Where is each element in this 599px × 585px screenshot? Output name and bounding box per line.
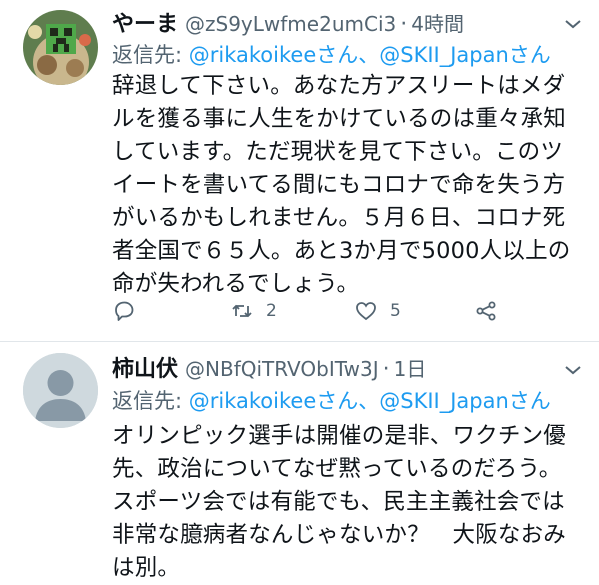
reply-prefix: 返信先: [112, 389, 189, 413]
mention-link[interactable]: @rikakoikeeさん [189, 389, 358, 413]
more-options-button[interactable] [561, 358, 585, 382]
mention-separator: 、 [358, 389, 380, 413]
retweet-icon [232, 304, 252, 318]
timestamp[interactable]: 4時間 [411, 12, 464, 36]
mention-link[interactable]: @SKII_Japanさん [379, 389, 551, 413]
share-button[interactable] [474, 295, 510, 327]
tweet[interactable]: やーま @zS9yLwfme2umCi3 · 4時間 返信先: @rikakoike… [0, 0, 599, 341]
display-name[interactable]: 柿山伏 [112, 357, 178, 382]
display-name[interactable]: やーま [112, 12, 178, 37]
tweet[interactable]: 柿山伏 @NBfQiTRVObITw3J · 1日 返信先: @rikakoikee… [0, 342, 599, 583]
user-handle[interactable]: @NBfQiTRVObITw3J [185, 357, 379, 381]
chevron-down-icon [565, 366, 581, 375]
separator-dot: · [400, 12, 408, 37]
like-button[interactable]: 5 [354, 295, 401, 327]
tweet-text: 辞退して下さい。あなた方アスリートはメダルを獲る事に人生をかけているのは重々承知… [112, 73, 571, 297]
mention-separator: 、 [358, 43, 380, 67]
timestamp[interactable]: 1日 [394, 357, 427, 381]
replying-to: 返信先: @rikakoikeeさん、@SKII_Japanさん [112, 40, 551, 70]
avatar-image [23, 10, 98, 85]
heart-icon [356, 302, 376, 321]
reply-icon [115, 301, 134, 321]
avatar[interactable] [23, 353, 98, 428]
reply-button[interactable] [112, 295, 148, 327]
separator-dot: · [382, 357, 390, 382]
mention-link[interactable]: @rikakoikeeさん [189, 43, 358, 67]
reply-prefix: 返信先: [112, 43, 189, 67]
tweet-header: やーま @zS9yLwfme2umCi3 · 4時間 [112, 6, 464, 42]
more-options-button[interactable] [561, 12, 585, 36]
default-avatar-icon [23, 353, 98, 428]
user-handle[interactable]: @zS9yLwfme2umCi3 [185, 12, 396, 36]
tweet-header: 柿山伏 @NBfQiTRVObITw3J · 1日 [112, 351, 426, 387]
chevron-down-icon [565, 20, 581, 29]
replying-to: 返信先: @rikakoikeeさん、@SKII_Japanさん [112, 386, 551, 416]
retweet-count: 2 [266, 301, 277, 321]
avatar[interactable] [23, 10, 98, 85]
mention-link[interactable]: @SKII_Japanさん [379, 43, 551, 67]
tweet-text: オリンピック選手は開催の是非、ワクチン優先、政治についてなぜ黙っているのだろう。… [112, 423, 567, 581]
tweet-actions: 2 5 [112, 295, 512, 327]
share-icon [476, 301, 496, 321]
like-count: 5 [390, 301, 401, 321]
retweet-button[interactable]: 2 [230, 295, 277, 327]
